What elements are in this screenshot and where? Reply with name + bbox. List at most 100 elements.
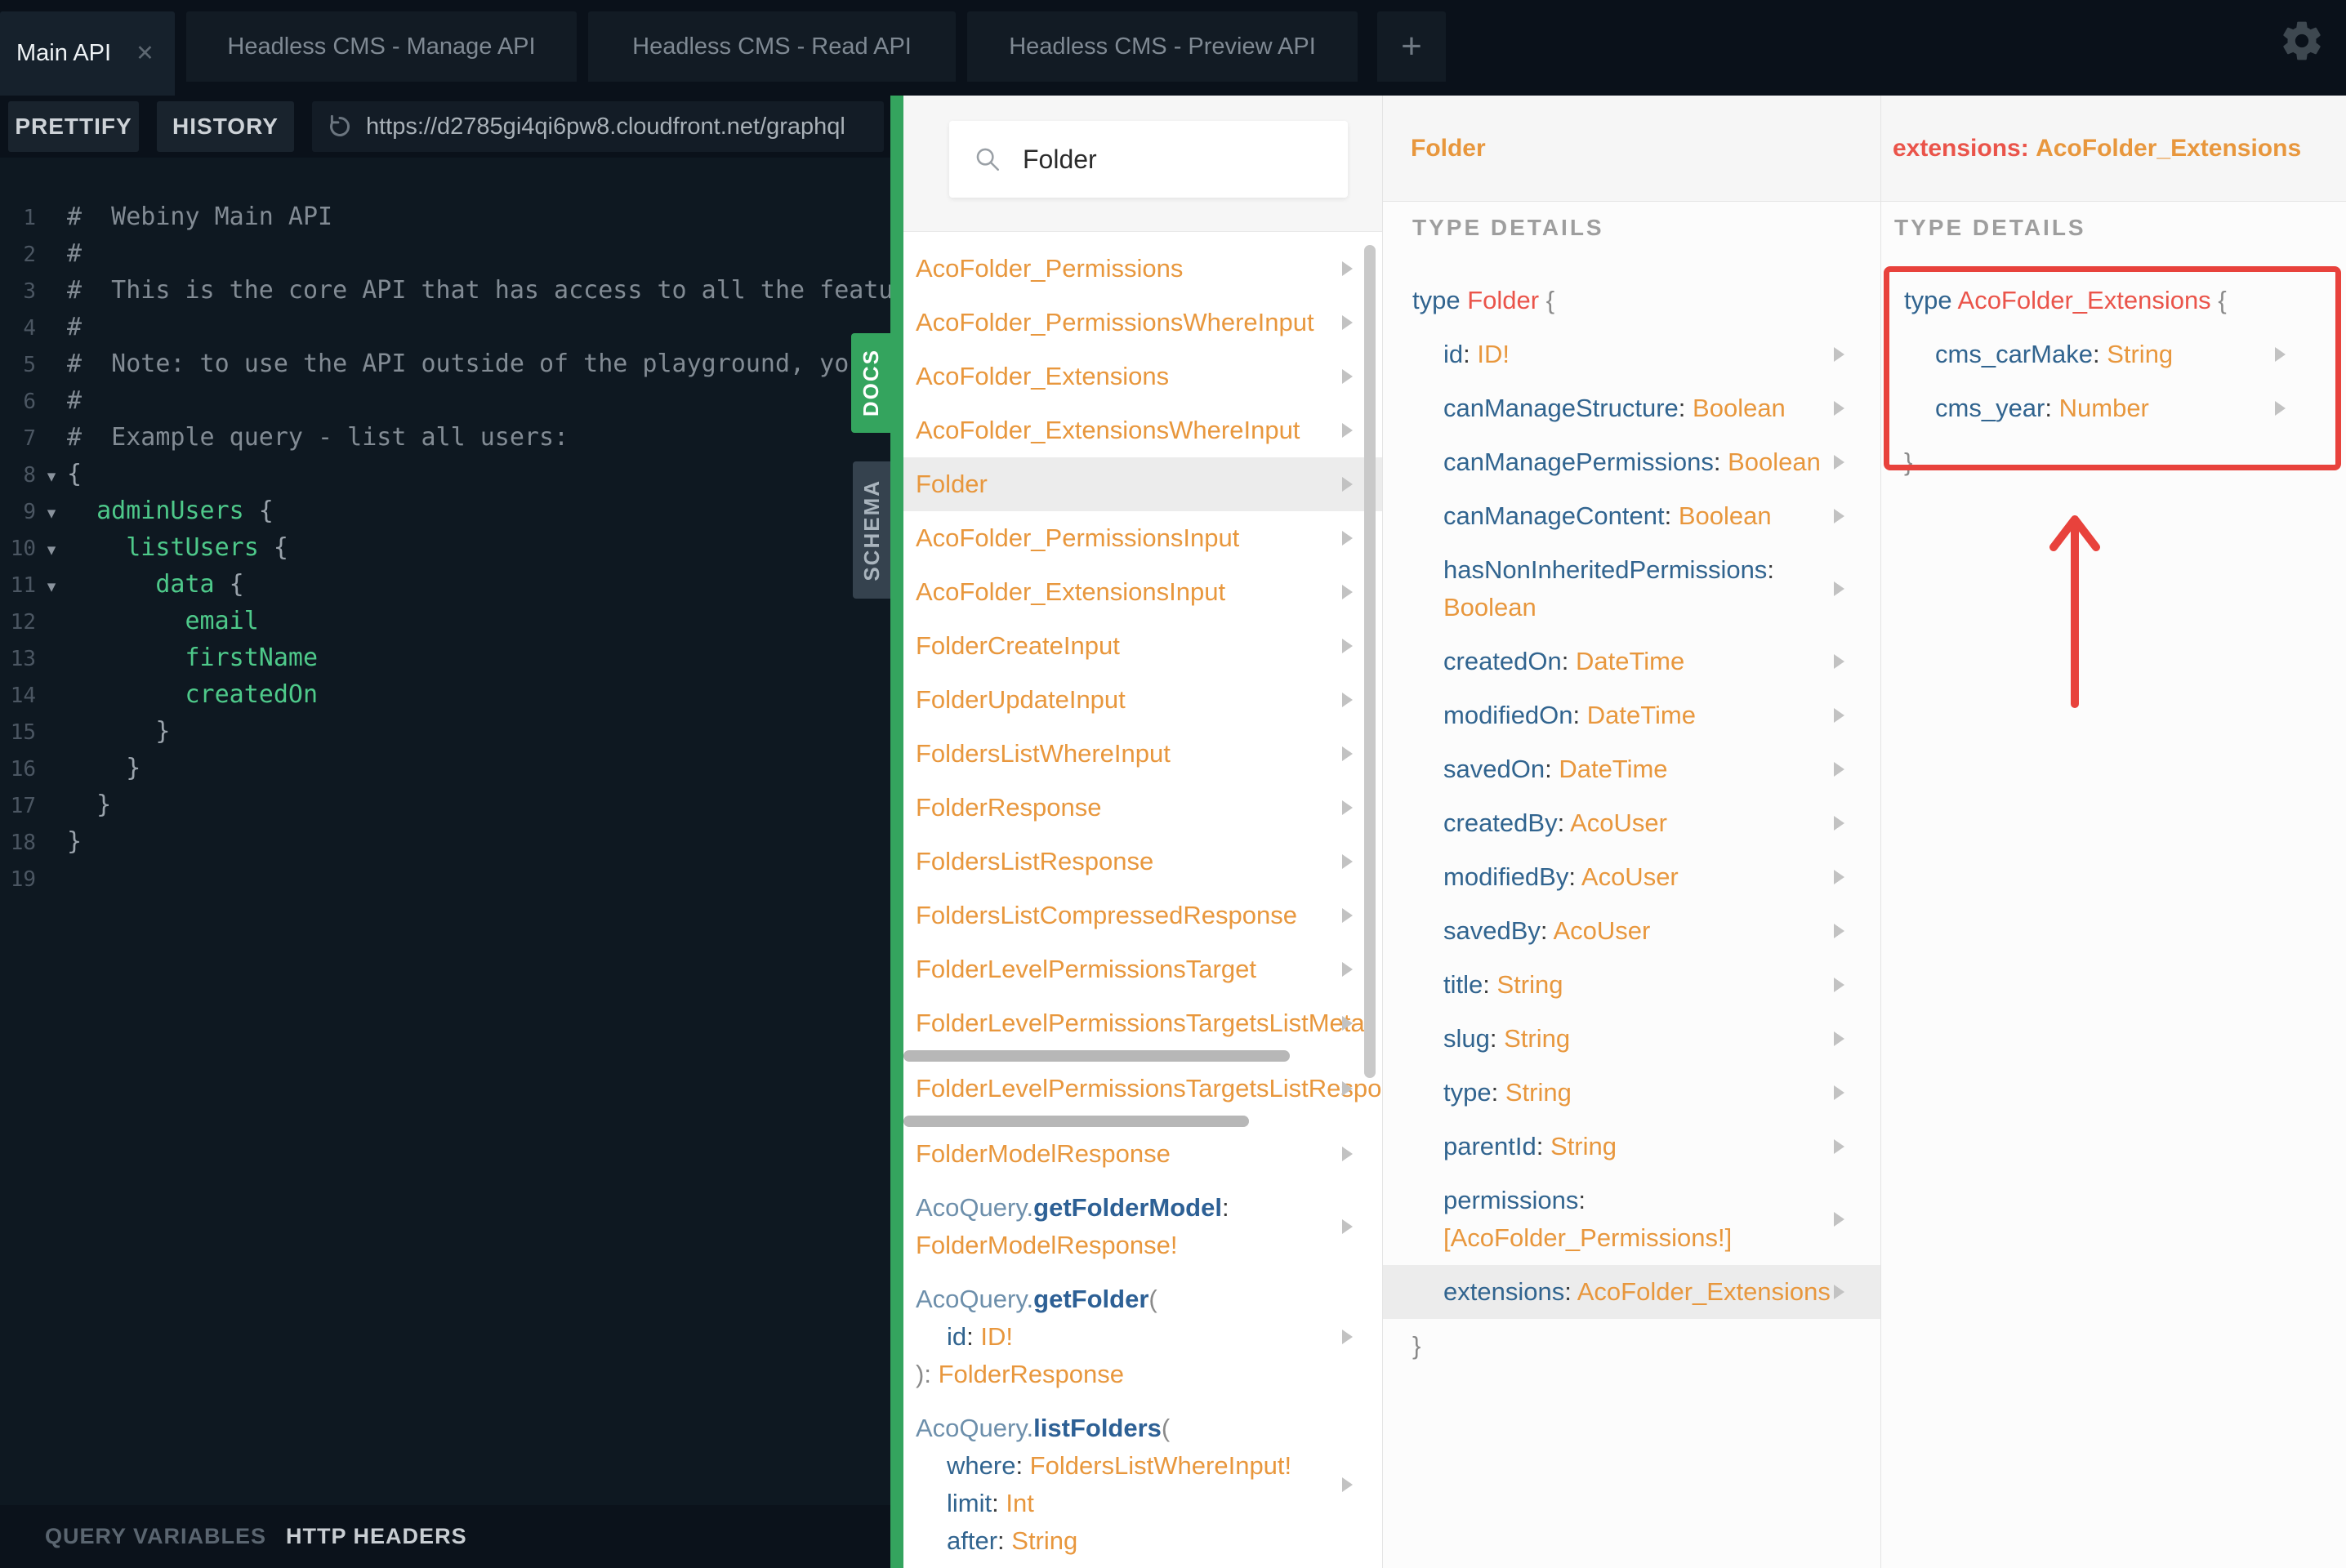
code-token: } <box>67 827 83 856</box>
tab-main-api[interactable]: Main API ✕ <box>0 11 175 96</box>
field-row-savedby[interactable]: savedBy: AcoUser <box>1383 904 1880 958</box>
docs-item-label: FolderUpdateInput <box>916 685 1126 714</box>
fold-arrow-icon[interactable]: ▾ <box>36 568 67 605</box>
field-row-cms-carmake[interactable]: cms_carMake: String <box>1881 327 2346 381</box>
vertical-scrollbar[interactable] <box>1364 245 1376 1078</box>
field-name: canManagePermissions <box>1443 448 1714 476</box>
panel-divider[interactable] <box>890 96 903 1568</box>
docs-item-label: FoldersListCompressedResponse <box>916 901 1297 929</box>
prettify-button[interactable]: PRETTIFY <box>8 101 139 152</box>
type-panel-header: Folder <box>1383 96 1880 202</box>
history-button[interactable]: HISTORY <box>157 101 294 152</box>
docs-list-item-query[interactable]: AcoQuery.getFolder(id: ID!): FolderRespo… <box>903 1272 1382 1401</box>
fold-gutter <box>36 201 67 238</box>
field-type: AcoFolder_Extensions <box>1577 1277 1831 1306</box>
field-colon: : <box>1545 755 1552 783</box>
docs-side-tab[interactable]: DOCS <box>851 333 890 433</box>
field-row-hasnoninheritedpermissions[interactable]: hasNonInheritedPermissions: Boolean <box>1383 543 1880 635</box>
docs-item-label: FolderResponse <box>916 793 1102 822</box>
field-row-modifiedby[interactable]: modifiedBy: AcoUser <box>1383 850 1880 904</box>
docs-list-item-acofolder-permissions[interactable]: AcoFolder_Permissions <box>903 242 1382 296</box>
tab-label: Headless CMS - Preview API <box>1009 33 1316 60</box>
field-row-modifiedon[interactable]: modifiedOn: DateTime <box>1383 688 1880 742</box>
query-token: FolderResponse <box>938 1360 1125 1388</box>
chevron-right-icon <box>1342 531 1353 546</box>
extensions-panel-header: extensions: AcoFolder_Extensions <box>1881 96 2346 202</box>
field-colon: : <box>1564 1277 1572 1306</box>
fold-gutter <box>36 238 67 274</box>
fold-arrow-icon[interactable]: ▾ <box>36 532 67 568</box>
docs-list-item-folderslistcompressedresponse[interactable]: FoldersListCompressedResponse <box>903 889 1382 942</box>
field-row-canmanagepermissions[interactable]: canManagePermissions: Boolean <box>1383 435 1880 489</box>
add-tab-button[interactable]: + <box>1377 11 1446 82</box>
settings-gear-icon[interactable] <box>2279 18 2325 64</box>
query-token: after <box>947 1526 998 1555</box>
schema-side-tab[interactable]: SCHEMA <box>853 461 890 599</box>
query-token: getFolderModel <box>1033 1193 1222 1222</box>
field-row-savedon[interactable]: savedOn: DateTime <box>1383 742 1880 796</box>
fold-arrow-icon[interactable]: ▾ <box>36 458 67 495</box>
http-headers-tab[interactable]: HTTP HEADERS <box>286 1524 467 1549</box>
tab-headless-cms-preview-api[interactable]: Headless CMS - Preview API <box>967 11 1358 82</box>
field-row-cms-year[interactable]: cms_year: Number <box>1881 381 2346 435</box>
line-number: 3 <box>23 279 36 304</box>
docs-list-item-folderlevelpermissionstargetslistrespo[interactable]: FolderLevelPermissionsTargetsListRespo <box>903 1062 1382 1116</box>
field-row-parentid[interactable]: parentId: String <box>1383 1120 1880 1174</box>
field-row-canmanagestructure[interactable]: canManageStructure: Boolean <box>1383 381 1880 435</box>
docs-list-item-acofolder-extensionswhereinput[interactable]: AcoFolder_ExtensionsWhereInput <box>903 403 1382 457</box>
docs-search-box[interactable] <box>949 121 1348 198</box>
query-line: AcoQuery.getFolder( <box>916 1281 1366 1318</box>
field-row-extensions[interactable]: extensions: AcoFolder_Extensions <box>1383 1265 1880 1319</box>
docs-list-item-folderslistwhereinput[interactable]: FoldersListWhereInput <box>903 727 1382 781</box>
search-input[interactable] <box>1021 143 1318 176</box>
field-row-id[interactable]: id: ID! <box>1383 327 1880 381</box>
field-row-slug[interactable]: slug: String <box>1383 1012 1880 1066</box>
close-icon[interactable]: ✕ <box>136 42 154 65</box>
tab-headless-cms-manage-api[interactable]: Headless CMS - Manage API <box>186 11 577 82</box>
field-name: type <box>1443 1078 1492 1107</box>
field-row-createdby[interactable]: createdBy: AcoUser <box>1383 796 1880 850</box>
docs-list-item-folderupdateinput[interactable]: FolderUpdateInput <box>903 673 1382 727</box>
field-name: createdOn <box>1443 647 1562 675</box>
query-token: ID! <box>980 1322 1013 1351</box>
field-row-type[interactable]: type: String <box>1383 1066 1880 1120</box>
docs-list-item-foldercreateinput[interactable]: FolderCreateInput <box>903 619 1382 673</box>
field-row-canmanagecontent[interactable]: canManageContent: Boolean <box>1383 489 1880 543</box>
fold-gutter <box>36 311 67 348</box>
query-line: AcoQuery.listFolders( <box>916 1410 1366 1447</box>
docs-list-item-acofolder-permissionswhereinput[interactable]: AcoFolder_PermissionsWhereInput <box>903 296 1382 350</box>
chevron-right-icon <box>1342 854 1353 869</box>
line-number: 8 <box>23 463 36 488</box>
docs-list-item-folderslistresponse[interactable]: FoldersListResponse <box>903 835 1382 889</box>
horizontal-scrollbar[interactable] <box>903 1050 1290 1062</box>
field-type: Boolean <box>1678 501 1772 530</box>
field-name: parentId <box>1443 1132 1536 1160</box>
docs-list-item-folderlevelpermissionstarget[interactable]: FolderLevelPermissionsTarget <box>903 942 1382 996</box>
docs-list-item-acofolder-permissionsinput[interactable]: AcoFolder_PermissionsInput <box>903 511 1382 565</box>
chevron-right-icon <box>1342 477 1353 492</box>
endpoint-url-bar[interactable]: https://d2785gi4qi6pw8.cloudfront.net/gr… <box>312 101 884 152</box>
query-editor[interactable]: 1 # Webiny Main API 2 #3 # This is the co… <box>0 158 890 1505</box>
docs-list-item-folderresponse[interactable]: FolderResponse <box>903 781 1382 835</box>
docs-list-item-query[interactable]: AcoQuery.listFolders(where: FoldersListW… <box>903 1401 1382 1568</box>
field-row-title[interactable]: title: String <box>1383 958 1880 1012</box>
extensions-header-field: extensions <box>1893 134 2021 162</box>
horizontal-scrollbar[interactable] <box>903 1116 1249 1127</box>
docs-list-item-folderlevelpermissionstargetslistmeta[interactable]: FolderLevelPermissionsTargetsListMeta <box>903 996 1382 1050</box>
docs-list-item-foldermodelresponse[interactable]: FolderModelResponse <box>903 1127 1382 1181</box>
extensions-panel-body: TYPE DETAILS type AcoFolder_Extensions {… <box>1881 202 2346 1568</box>
docs-list-item-folder[interactable]: Folder <box>903 457 1382 511</box>
docs-list-item-query[interactable]: AcoQuery.getFolderModel: FolderModelRespo… <box>903 1181 1382 1272</box>
query-variables-tab[interactable]: QUERY VARIABLES <box>45 1524 266 1549</box>
field-row-permissions[interactable]: permissions: [AcoFolder_Permissions!] <box>1383 1174 1880 1265</box>
tab-headless-cms-read-api[interactable]: Headless CMS - Read API <box>588 11 956 82</box>
field-row-createdon[interactable]: createdOn: DateTime <box>1383 635 1880 688</box>
line-number: 13 <box>10 647 36 671</box>
docs-list-item-acofolder-extensions[interactable]: AcoFolder_Extensions <box>903 350 1382 403</box>
fold-gutter <box>36 789 67 826</box>
extensions-details-panel: extensions: AcoFolder_Extensions TYPE DE… <box>1880 96 2346 1568</box>
field-name: canManageContent <box>1443 501 1665 530</box>
docs-list-item-acofolder-extensionsinput[interactable]: AcoFolder_ExtensionsInput <box>903 565 1382 619</box>
fold-arrow-icon[interactable]: ▾ <box>36 495 67 532</box>
field-type: String <box>1496 970 1563 999</box>
